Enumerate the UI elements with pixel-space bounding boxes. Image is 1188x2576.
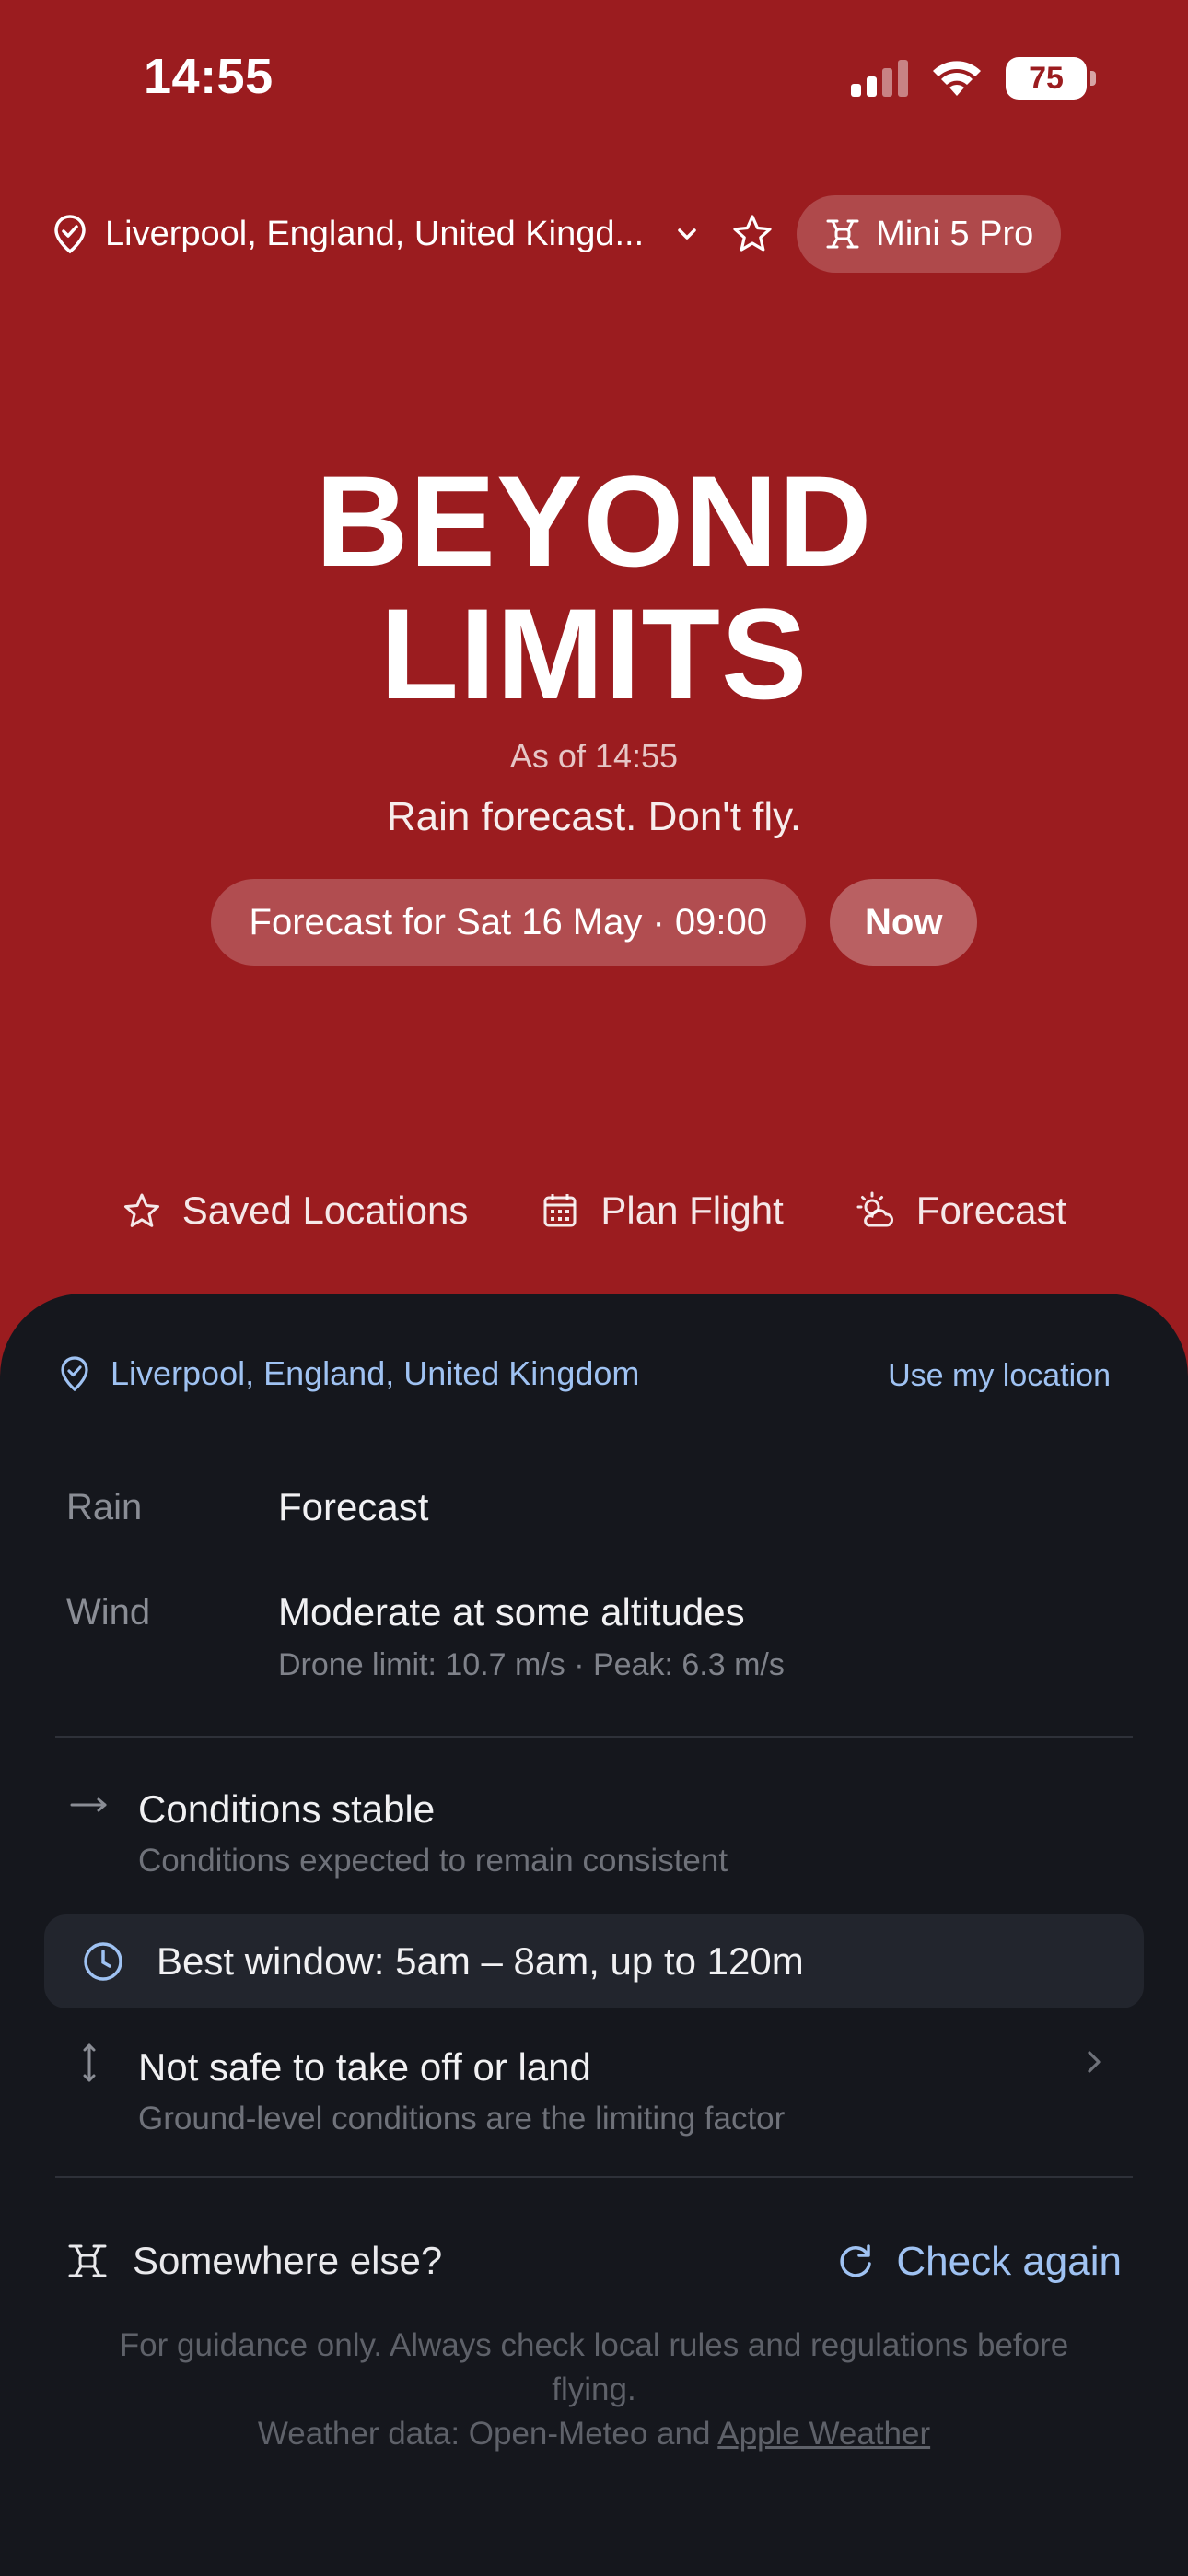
drone-selector-button[interactable]: Mini 5 Pro [797,195,1062,273]
wind-label: Wind [66,1592,151,1633]
apple-weather-link[interactable]: Apple Weather [717,2416,930,2452]
location-selector[interactable]: Liverpool, England, United Kingd... [105,215,644,254]
now-button[interactable]: Now [830,879,978,966]
divider [55,1736,1133,1738]
as-of-time: As of 14:55 [509,737,679,775]
best-window-text: Best window: 5am – 8am, up to 120m [157,1939,804,1983]
star-icon [123,1193,159,1227]
verdict-text: Rain forecast. Don't fly. [386,794,802,839]
weather-attribution: Weather data: Open-Meteo and Apple Weath… [74,2412,1114,2456]
disclaimer: For guidance only. Always check local ru… [74,2324,1114,2456]
signal-icon [851,60,908,97]
sheet-location-label: Liverpool, England, United Kingdom [111,1354,640,1392]
vertical-arrows-icon [83,2043,96,2082]
wind-value: Moderate at some altitudes [278,1590,745,1633]
drone-icon [826,219,859,249]
refresh-icon [840,2244,872,2277]
chevron-down-icon[interactable] [671,218,703,250]
wind-detail: Drone limit: 10.7 m/s · Peak: 6.3 m/s [278,1647,785,1682]
favorite-star-icon[interactable] [730,212,775,256]
calendar-icon [543,1194,577,1227]
somewhere-else-button[interactable]: Somewhere else? [66,2239,442,2283]
flight-status-title: BEYOND LIMITS [0,455,1188,720]
status-icons: 75 [851,57,1096,100]
takeoff-subtitle: Ground-level conditions are the limiting… [138,2101,786,2137]
sheet-location[interactable]: Liverpool, England, United Kingdom [59,1354,639,1393]
clock-icon [84,1942,122,1981]
trend-subtitle: Conditions expected to remain consistent [138,1843,728,1879]
check-again-label: Check again [896,2239,1122,2284]
rain-value: Forecast [278,1485,429,1528]
use-my-location-link[interactable]: Use my location [888,1358,1111,1394]
location-pin-check-icon [54,215,86,254]
plan-flight-button[interactable]: Plan Flight [540,1188,784,1233]
disclaimer-text: For guidance only. Always check local ru… [119,2327,1069,2407]
takeoff-title[interactable]: Not safe to take off or land [138,2045,591,2090]
saved-locations-button[interactable]: Saved Locations [122,1188,469,1233]
saved-locations-label: Saved Locations [181,1188,469,1232]
plan-flight-label: Plan Flight [600,1188,784,1232]
check-again-button[interactable]: Check again [835,2239,1122,2285]
title-line-1: BEYOND [315,449,873,593]
details-sheet: Liverpool, England, United Kingdom Use m… [0,1294,1188,2576]
attribution-prefix: Weather data: Open-Meteo and [257,2416,718,2452]
forecast-label: Forecast [915,1188,1067,1232]
status-time: 14:55 [144,49,274,104]
location-pin-check-icon [61,1356,88,1392]
status-bar: 14:55 75 [0,0,1188,157]
best-window-banner: Best window: 5am – 8am, up to 120m [44,1914,1144,2008]
drone-model-label: Mini 5 Pro [876,214,1034,253]
battery-icon: 75 [1006,57,1096,100]
forecast-button[interactable]: Forecast [856,1188,1066,1233]
top-bar: Liverpool, England, United Kingd... Mini… [52,195,1157,273]
time-selector: Forecast for Sat 16 May · 09:00 Now [0,879,1188,966]
trend-title: Conditions stable [138,1787,436,1831]
somewhere-else-label: Somewhere else? [133,2239,443,2282]
rain-label: Rain [66,1487,143,1528]
forecast-time-button[interactable]: Forecast for Sat 16 May · 09:00 [210,879,807,966]
arrow-right-icon [70,1797,107,1812]
drone-icon [68,2244,107,2277]
sun-cloud-icon [856,1191,893,1227]
title-line-2: LIMITS [379,581,809,726]
chevron-right-icon[interactable] [1081,2045,1107,2078]
quick-actions: Saved Locations Plan Flight Forecast [0,1188,1188,1233]
wifi-icon [933,61,981,96]
divider [55,2176,1133,2178]
